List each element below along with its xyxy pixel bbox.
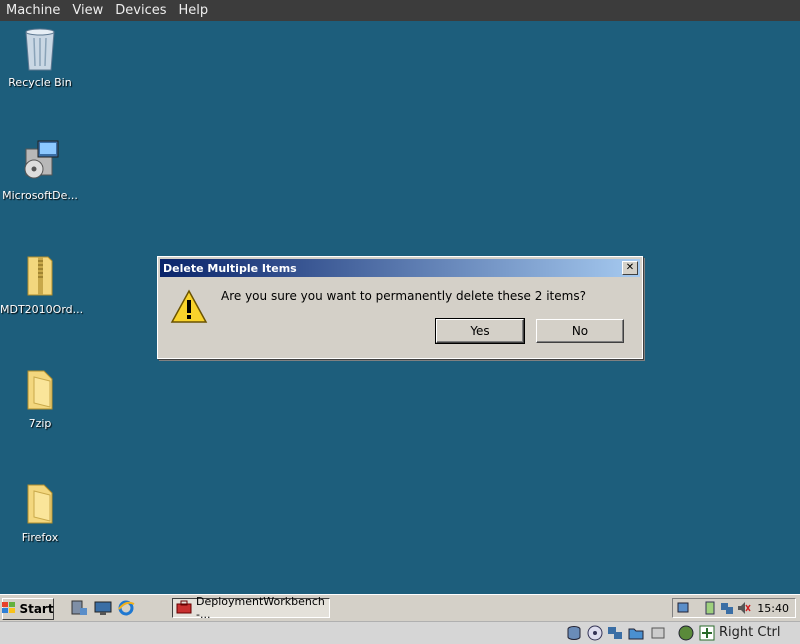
network-status-icon[interactable] [676,601,690,618]
vm-statusbar: Right Ctrl [0,621,800,644]
network-connection-icon[interactable] [720,601,734,618]
menu-view[interactable]: View [66,3,109,18]
mouse-integration-icon[interactable] [699,625,715,641]
menu-help[interactable]: Help [173,3,215,18]
taskbar-button-label: DeploymentWorkbench -... [196,595,325,621]
host-key-label: Right Ctrl [719,625,781,640]
folder-icon [20,367,60,413]
menu-machine[interactable]: Machine [0,3,66,18]
close-button[interactable]: ✕ [622,261,638,275]
system-tray: 15:40 [672,598,796,618]
dialog-title: Delete Multiple Items [163,261,297,275]
hard-disk-icon[interactable] [566,625,582,641]
server-manager-icon[interactable] [70,600,88,616]
optical-drive-icon[interactable] [587,625,603,641]
no-button[interactable]: No [536,319,624,343]
dialog-titlebar[interactable]: Delete Multiple Items ✕ [160,259,640,277]
taskbar-button-deployment-workbench[interactable]: DeploymentWorkbench -... [172,595,330,621]
yes-button[interactable]: Yes [435,318,525,344]
toolbox-icon [176,600,192,617]
internet-explorer-icon[interactable] [117,600,135,616]
start-label: Start [19,602,54,616]
desktop-icon-7zip[interactable]: 7zip [0,367,80,430]
start-button[interactable]: Start [2,598,54,620]
desktop-icon-firefox[interactable]: Firefox [0,481,80,544]
vm-menubar: Machine View Devices Help [0,0,800,21]
dialog-message: Are you sure you want to permanently del… [221,289,586,303]
safely-remove-icon[interactable] [703,601,717,618]
usb-icon[interactable] [650,625,666,641]
installer-icon [20,139,60,185]
warning-icon [170,289,208,328]
virtualization-icon[interactable] [678,625,694,641]
menu-devices[interactable]: Devices [109,3,172,18]
zip-folder-icon [20,253,60,299]
shared-folders-icon[interactable] [628,625,644,641]
recycle-bin-icon [20,26,60,72]
taskbar: Start DeploymentWorkbench -... 15:40 [0,594,800,622]
network-adapter-icon[interactable] [607,625,623,641]
delete-confirm-dialog: Delete Multiple Items ✕ Are you sure you… [157,256,643,359]
windows-logo-icon [2,601,16,617]
close-icon: ✕ [625,262,635,273]
folder-icon [20,481,60,527]
desktop-icon-recycle-bin[interactable]: Recycle Bin [0,26,80,89]
show-desktop-icon[interactable] [94,600,112,616]
desktop-icon-installer[interactable]: MicrosoftDe... [0,139,80,202]
volume-muted-icon[interactable] [737,601,751,618]
clock[interactable]: 15:40 [757,602,789,615]
desktop-icon-zip[interactable]: MDT2010Ord... [0,253,83,316]
